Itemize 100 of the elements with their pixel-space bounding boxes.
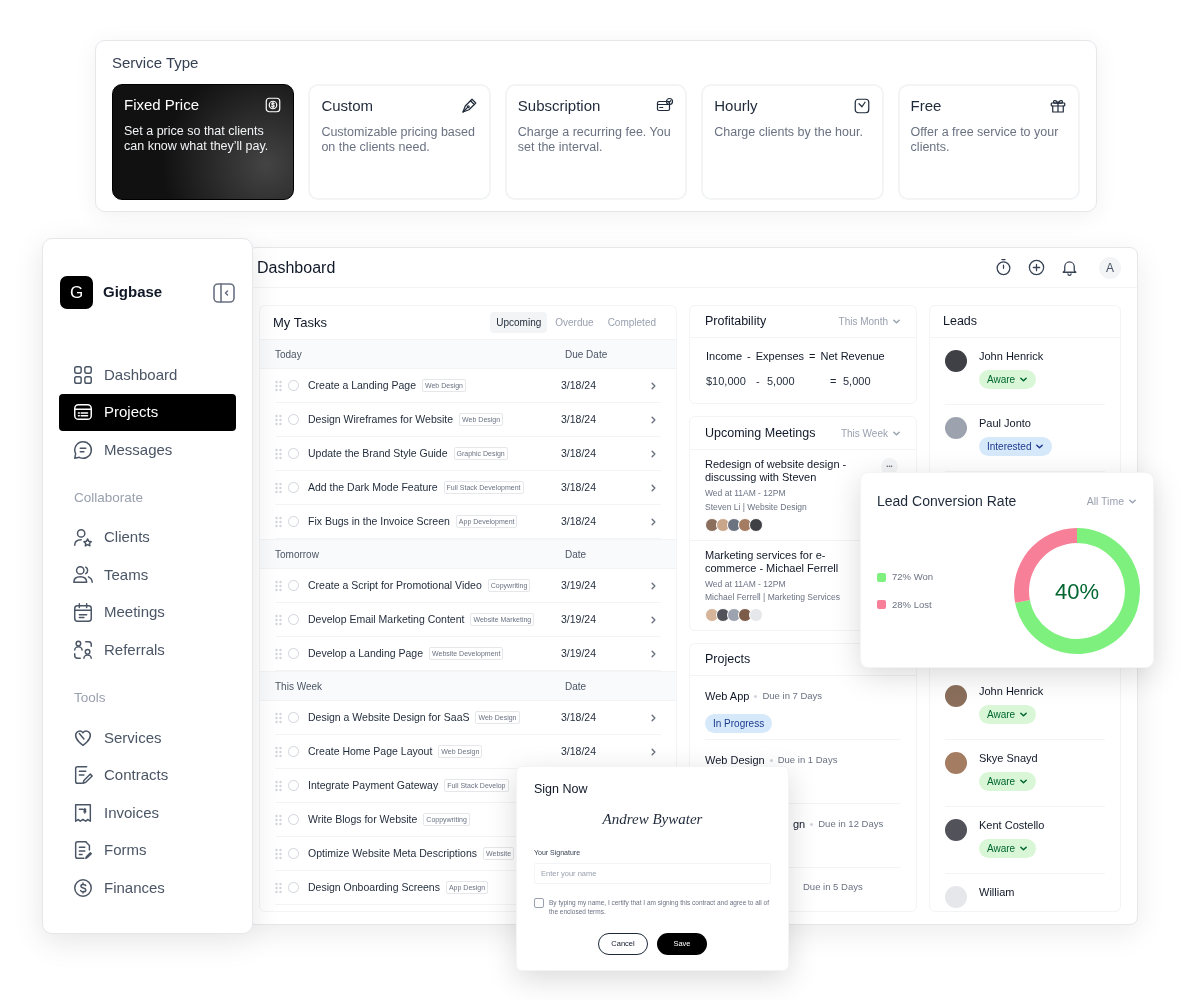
column-header: Date [565,547,587,562]
meeting-title: Redesign of website design - discussing with Steven [705,458,848,484]
card-title: Projects [705,651,751,669]
nav-item[interactable]: Teams [59,556,236,594]
drag-handle-icon[interactable] [275,711,282,724]
service-option-card[interactable]: Fixed Price Set a price so that clients can know what they’ll pay. [112,84,295,200]
grid-icon [72,363,94,386]
nav-item[interactable]: Meetings [59,593,236,632]
drag-handle-icon[interactable] [275,413,282,426]
nav-item[interactable]: Invoices [59,794,236,832]
chevron-right-icon[interactable] [649,648,658,659]
drag-handle-icon[interactable] [275,647,282,660]
page-title: Dashboard [257,257,336,278]
drag-handle-icon[interactable] [275,779,282,792]
drag-handle-icon[interactable] [275,613,282,626]
project-name: Web Design [705,753,765,768]
task-tab[interactable]: Upcoming [490,312,548,333]
chevron-right-icon[interactable] [649,380,658,391]
lead-name: Paul Jonto [979,416,1031,431]
nav-item[interactable]: Contracts [59,756,236,794]
lead-status-dropdown[interactable]: Aware [979,771,1037,791]
chevron-right-icon[interactable] [649,614,658,625]
nav-item[interactable]: Dashboard [59,356,236,394]
bell-icon[interactable] [1060,258,1079,277]
formula-value: 5,000 [767,373,796,389]
option-title: Fixed Price [124,96,200,114]
chevron-down-icon [1019,709,1029,719]
nav-item[interactable]: Messages [59,431,236,469]
group-label: Today [275,347,303,362]
chevron-right-icon[interactable] [649,482,658,493]
drag-handle-icon[interactable] [275,813,282,826]
chevron-right-icon[interactable] [649,516,658,527]
drag-handle-icon[interactable] [275,481,282,494]
formula-label: - [747,349,751,364]
lead-status-dropdown[interactable]: Aware [979,369,1037,389]
lead-status-dropdown[interactable]: Aware [979,704,1037,724]
project-status[interactable]: In Progress [705,713,773,733]
service-option-card[interactable]: Subscription Charge a recurring fee. You set the interval. [504,84,688,200]
lead-name: Skye Snayd [979,751,1038,766]
drag-handle-icon[interactable] [275,515,282,528]
service-option-card[interactable]: Free Offer a free service to your clients. [897,84,1080,200]
chevron-right-icon[interactable] [649,712,658,723]
formula-value: 5,000 [843,373,871,389]
user-avatar[interactable]: A [1099,256,1121,279]
avatar [749,608,763,622]
legend-label: 72% Won [892,570,933,585]
user-star-icon [72,526,94,549]
nav-item[interactable]: Referrals [59,631,236,669]
avatar [945,819,967,841]
timer-icon[interactable] [994,258,1013,277]
chevron-right-icon[interactable] [649,448,658,459]
chevron-right-icon[interactable] [649,414,658,425]
lead-status-dropdown[interactable]: Aware [979,838,1037,858]
avatar [945,417,967,439]
drag-handle-icon[interactable] [275,881,282,894]
service-option-card[interactable]: Custom Customizable pricing based on the clients need. [308,84,491,200]
invoice-icon [72,801,94,824]
sidebar-toggle-icon[interactable] [213,282,235,303]
avatar [738,517,752,532]
task-title: Fix Bugs in the Invoice Screen [308,513,450,529]
meeting-time: Wed at 11AM - 12PM [705,487,786,500]
lead-status-dropdown[interactable]: Interested [979,436,1053,456]
service-option-card[interactable]: Hourly Charge clients by the hour. [701,84,884,200]
drag-handle-icon[interactable] [275,847,282,860]
meeting-time: Wed at 11AM - 12PM [705,577,786,591]
consent-checkbox[interactable] [534,897,544,908]
avatar [716,517,730,532]
nav-item[interactable]: Finances [59,869,236,907]
drag-handle-icon[interactable] [275,579,282,592]
group-label: This Week [275,679,324,694]
task-title: Design a Website Design for SaaS [308,709,470,725]
avatar [727,608,741,622]
dialog-title: Sign Now [534,781,588,798]
nav-item[interactable]: Services [59,719,236,757]
avatar [705,517,719,532]
users-icon [72,564,94,586]
nav-item[interactable]: Clients [59,518,236,557]
meeting-detail: Steven Li | Website Design [705,500,807,514]
formula-value: = [830,373,838,389]
nav-item[interactable]: Forms [59,831,236,869]
option-description: Offer a free service to your clients. [910,125,1060,155]
add-icon[interactable] [1027,258,1046,277]
chevron-right-icon[interactable] [649,746,658,757]
nav-item[interactable]: Projects [59,393,236,431]
chevron-down-icon [892,317,901,326]
referral-icon [72,639,94,661]
column-header: Date [565,679,587,694]
card-title: Profitability [705,313,767,331]
formula-label: = [809,349,816,364]
formula-label: Expenses [755,349,805,364]
column-header: Due Date [565,347,608,362]
drag-handle-icon[interactable] [275,379,282,392]
drag-handle-icon[interactable] [275,745,282,758]
formula-value: - [756,373,761,389]
contract-icon [72,764,94,787]
section-heading: Tools [73,688,106,707]
chevron-down-icon [1019,843,1029,853]
drag-handle-icon[interactable] [275,447,282,460]
chevron-right-icon[interactable] [649,580,658,591]
project-due: Due in 5 Days [803,880,863,894]
